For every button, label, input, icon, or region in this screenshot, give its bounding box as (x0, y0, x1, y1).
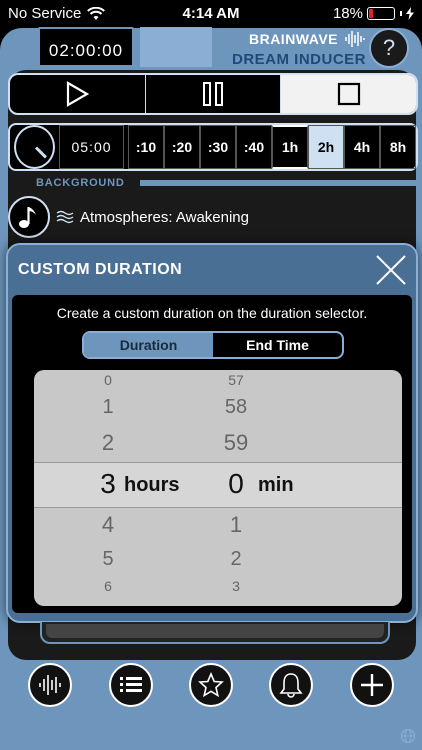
duration-picker[interactable]: 0 1 2 3 hours 4 5 6 57 58 59 0 min 1 2 3 (34, 370, 402, 606)
picker-item: 5 (102, 548, 114, 570)
tab-duration[interactable]: Duration (84, 333, 213, 357)
background-track: Atmospheres: Awakening (80, 208, 249, 226)
duration-selector: 05:00 :10:20:30:40 1h 2h 4h 8h (8, 123, 418, 171)
hidden-panel (40, 622, 390, 644)
hours-unit: hours (124, 474, 180, 496)
background-divider (140, 180, 422, 186)
bottom-toolbar (0, 660, 422, 710)
waveform-icon (345, 31, 365, 47)
help-button[interactable]: ? (369, 28, 409, 68)
picker-item: 6 (104, 578, 112, 594)
add-button[interactable] (349, 663, 394, 707)
music-note-icon (19, 207, 36, 228)
background-row[interactable]: Atmospheres: Awakening (8, 193, 418, 241)
duration-time[interactable]: 05:00 (59, 125, 124, 169)
waveform-icon (39, 675, 61, 695)
background-label: BACKGROUND (36, 177, 125, 189)
duration-option[interactable]: 4h (344, 125, 380, 169)
list-button[interactable] (108, 663, 153, 707)
picker-item: 57 (228, 372, 244, 388)
duration-option[interactable]: :30 (200, 125, 236, 169)
tab-end-time[interactable]: End Time (213, 333, 342, 357)
picker-item: 3 (232, 578, 240, 594)
modal-title: CUSTOM DURATION (18, 261, 183, 278)
duration-option[interactable]: 2h (308, 125, 344, 169)
music-note-button[interactable] (8, 196, 50, 238)
list-icon (119, 677, 142, 692)
star-icon (198, 672, 224, 698)
custom-duration-modal: CUSTOM DURATION Create a custom duration… (6, 243, 418, 623)
duration-option[interactable]: 8h (380, 125, 416, 169)
hours-column[interactable]: 0 1 2 3 hours 4 5 6 (78, 370, 198, 606)
stop-icon (337, 82, 360, 106)
picker-item: 2 (230, 548, 242, 570)
duration-option[interactable]: :20 (164, 125, 200, 169)
duration-option[interactable]: :10 (128, 125, 164, 169)
picker-item: 58 (224, 396, 248, 418)
picker-item: 0 (104, 372, 112, 388)
minutes-column[interactable]: 57 58 59 0 min 1 2 3 (206, 370, 326, 606)
battery-percent: 18% (332, 5, 363, 22)
picker-item: 1 (229, 512, 243, 537)
plus-icon (360, 674, 383, 696)
bell-icon (279, 673, 303, 698)
play-button[interactable] (10, 75, 146, 113)
picker-item: 1 (102, 396, 114, 418)
duration-option[interactable]: :40 (236, 125, 272, 169)
session-timer: 02:00:00 (38, 27, 134, 67)
modal-description: Create a custom duration on the duration… (56, 305, 368, 321)
globe-icon[interactable] (400, 728, 416, 744)
minutes-unit: min (258, 474, 294, 496)
pause-button[interactable] (146, 75, 282, 113)
favorites-button[interactable] (188, 663, 233, 707)
play-icon (67, 81, 90, 107)
picker-item: 59 (223, 430, 249, 455)
picker-item: 2 (101, 430, 115, 455)
alarm-button[interactable] (269, 663, 314, 707)
close-icon[interactable] (374, 253, 408, 287)
pause-icon (203, 82, 223, 106)
status-bar: No Service 4:14 AM 18% (0, 0, 422, 28)
battery-icon (367, 7, 395, 20)
header-panel (140, 27, 212, 67)
brand-top-text: BRAINWAVE (248, 31, 338, 47)
dial-icon[interactable] (14, 125, 56, 169)
waves-icon (56, 210, 74, 224)
picker-item: 4 (101, 512, 115, 537)
transport-controls (8, 73, 418, 115)
charging-bolt-icon (406, 7, 414, 20)
duration-option[interactable]: 1h (272, 125, 308, 169)
stop-button[interactable] (281, 75, 416, 113)
brand-bottom-text: DREAM INDUCER (232, 51, 366, 68)
waveform-button[interactable] (28, 663, 73, 707)
mode-segmented-control: Duration End Time (82, 331, 344, 359)
minutes-selected: 0 (228, 468, 244, 499)
brand-logo: BRAINWAVE DREAM INDUCER (218, 30, 366, 68)
